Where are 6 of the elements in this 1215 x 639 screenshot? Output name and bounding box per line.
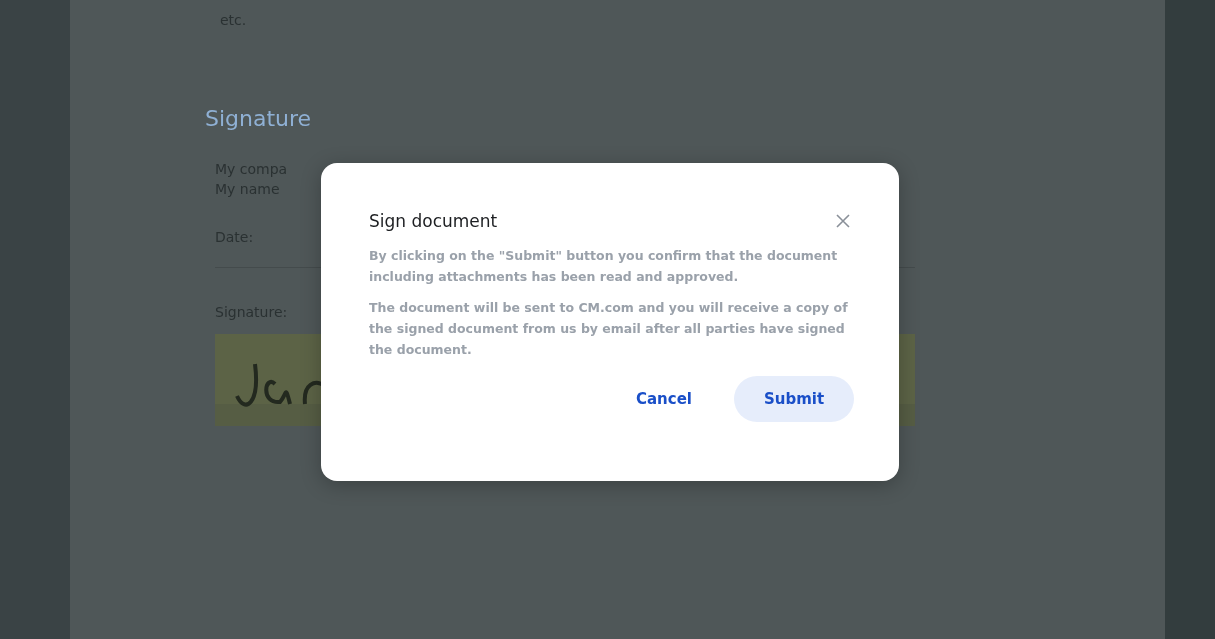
- section-heading: Signature: [205, 106, 312, 131]
- dialog-text: By clicking on the "Submit" button you confirm that the document including attachments has been read and approved.: [369, 247, 839, 286]
- dialog-text: The document will be sent to CM.com and you will receive a copy of the signed document from us by email after all parties have signed the document.: [369, 299, 849, 359]
- cancel-button[interactable]: Cancel: [634, 376, 694, 422]
- dialog-title: Sign document: [369, 211, 498, 231]
- submit-button[interactable]: Submit: [734, 376, 854, 422]
